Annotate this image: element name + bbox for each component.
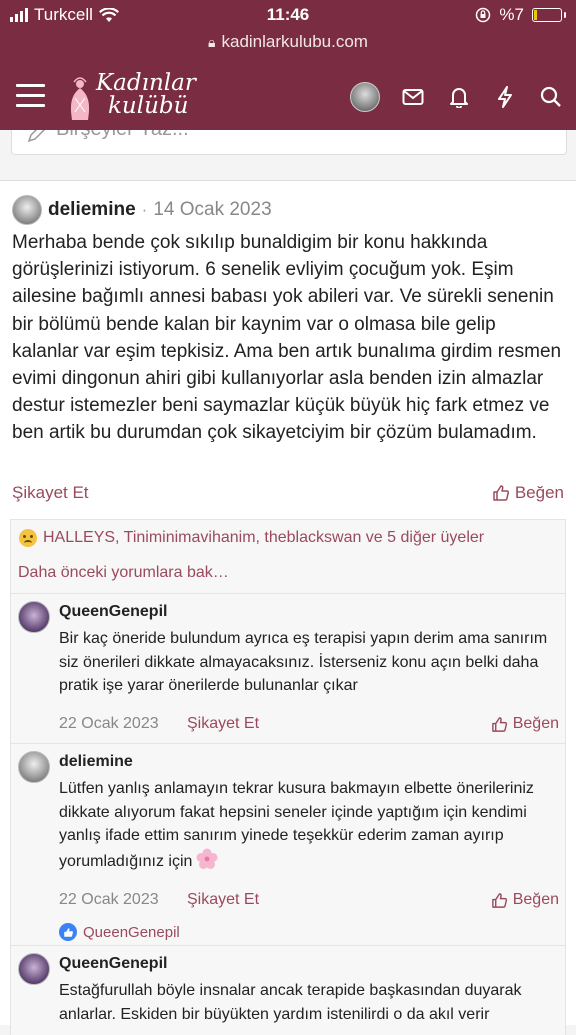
battery-icon: [532, 8, 566, 22]
comment-like-button[interactable]: Beğen: [491, 891, 559, 909]
comments-section: Daha önceki yorumlara bak… QueenGenepil …: [10, 555, 566, 1035]
comment-text: Lütfen yanlış anlamayın tekrar kusura ba…: [59, 780, 534, 870]
like-button[interactable]: Beğen: [492, 483, 564, 503]
cherry-blossom-icon: [196, 848, 218, 869]
user-avatar[interactable]: [350, 82, 380, 112]
post-actions: Şikayet Et Beğen: [12, 483, 564, 503]
comment-body: Estağfurullah böyle insnalar ancak terap…: [59, 982, 522, 1023]
comment-composer[interactable]: Birşeyler Yaz...: [11, 130, 567, 155]
comment-body: Bir kaç öneride bulundum ayrıca eş terap…: [59, 630, 548, 694]
comment-author[interactable]: QueenGenepil: [59, 603, 167, 621]
thumbs-up-icon: [491, 892, 507, 908]
post-date[interactable]: 14 Ocak 2023: [153, 199, 271, 221]
divider: [11, 945, 565, 946]
composer-placeholder: Birşeyler Yaz...: [56, 130, 189, 141]
post-separator: ·: [141, 200, 148, 219]
reactions-summary[interactable]: HALLEYS, Tiniminimavihanim, theblackswan…: [10, 519, 566, 557]
menu-icon[interactable]: [16, 84, 45, 108]
site-logo[interactable]: Kadınlar kulübü: [66, 70, 196, 126]
comment-avatar[interactable]: [18, 953, 50, 985]
report-button[interactable]: Şikayet Et: [12, 483, 89, 502]
post-body: Merhaba bende çok sıkılıp bunaldigim bir…: [12, 232, 562, 444]
search-icon[interactable]: [538, 84, 564, 110]
bell-icon[interactable]: [446, 84, 472, 110]
comment-date[interactable]: 22 Ocak 2023: [59, 891, 159, 909]
like-badge-icon: [59, 923, 77, 941]
post-author[interactable]: deliemine: [48, 199, 136, 221]
like-label: Beğen: [514, 483, 564, 502]
divider: [11, 593, 565, 594]
load-older-comments[interactable]: Daha önceki yorumlara bak…: [18, 564, 229, 582]
logo-line1: Kadınlar: [96, 70, 196, 96]
post-author-avatar[interactable]: [12, 195, 42, 225]
sad-face-icon: [19, 529, 37, 547]
lock-icon: 🔒︎: [208, 34, 216, 50]
comment-reactions[interactable]: QueenGenepil: [59, 923, 180, 941]
rotation-lock-icon: [476, 7, 491, 23]
comment-report-button[interactable]: Şikayet Et: [187, 891, 259, 909]
logo-text: Kadınlar kulübü: [96, 72, 196, 118]
divider: [11, 743, 565, 744]
url-text: kadinlarkulubu.com: [221, 32, 368, 51]
envelope-icon[interactable]: [400, 84, 426, 110]
post-header: deliemine · 14 Ocak 2023: [12, 195, 272, 225]
comment-avatar[interactable]: [18, 601, 50, 633]
address-bar[interactable]: 🔒︎ kadinlarkulubu.com: [0, 32, 576, 52]
pencil-icon: [27, 130, 46, 143]
thumbs-up-icon: [491, 716, 507, 732]
like-label: Beğen: [512, 891, 559, 908]
comment-report-button[interactable]: Şikayet Et: [187, 715, 259, 733]
comment-like-button[interactable]: Beğen: [491, 715, 559, 733]
forum-post: deliemine · 14 Ocak 2023 Merhaba bende ç…: [0, 180, 576, 1035]
comment-author[interactable]: deliemine: [59, 753, 133, 771]
comment-body: Lütfen yanlış anlamayın tekrar kusura ba…: [59, 777, 555, 873]
comment-date[interactable]: 22 Ocak 2023: [59, 715, 159, 733]
reaction-user[interactable]: QueenGenepil: [83, 924, 180, 941]
battery-percent: %7: [499, 5, 524, 24]
browser-status-bar: Turkcell 11:46 %7 🔒︎ kadinlarkulubu.com: [0, 0, 576, 64]
comment-avatar[interactable]: [18, 751, 50, 783]
lightning-icon[interactable]: [492, 84, 518, 110]
comment-author[interactable]: QueenGenepil: [59, 955, 167, 973]
like-label: Beğen: [512, 715, 559, 732]
reactions-text[interactable]: HALLEYS, Tiniminimavihanim, theblackswan…: [43, 529, 484, 547]
site-header: Kadınlar kulübü: [0, 64, 576, 130]
logo-line2: kulübü: [108, 93, 189, 119]
thumbs-up-icon: [493, 485, 509, 501]
logo-figure-icon: [70, 77, 90, 120]
